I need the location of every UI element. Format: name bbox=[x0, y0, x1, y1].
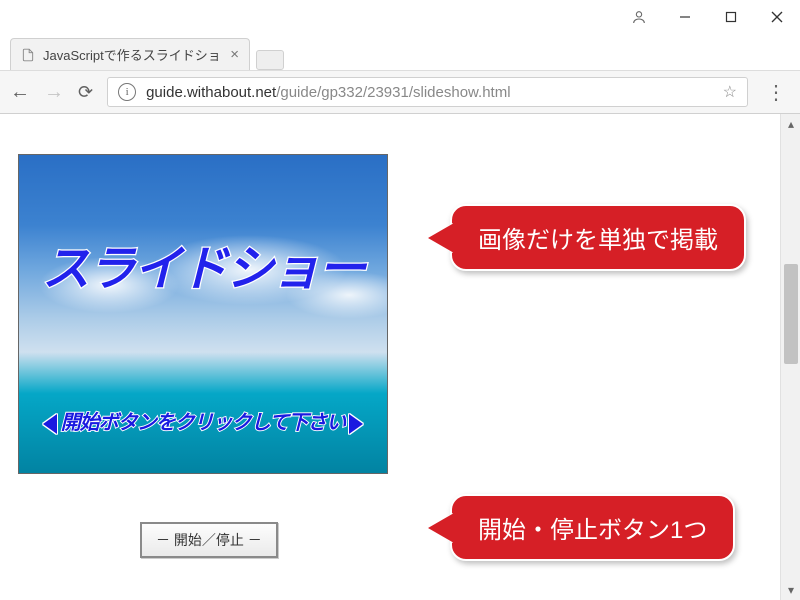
document-icon bbox=[21, 48, 35, 62]
bookmark-star-icon[interactable]: ☆ bbox=[723, 82, 737, 102]
back-button[interactable]: ← bbox=[10, 81, 30, 104]
new-tab-button[interactable] bbox=[256, 50, 284, 70]
callout-pointer-icon bbox=[428, 223, 454, 253]
window-titlebar bbox=[0, 0, 800, 34]
page-viewport: スライドショー 開始ボタンをクリックして下さい － 開始／停止 － 画像だけを単… bbox=[0, 114, 800, 600]
scroll-thumb[interactable] bbox=[784, 264, 798, 364]
tab-slideshow[interactable]: JavaScriptで作るスライドショ × bbox=[10, 38, 250, 70]
callout-image-only: 画像だけを単独で掲載 bbox=[450, 204, 746, 271]
scroll-up-button[interactable]: ▴ bbox=[781, 114, 800, 134]
callout-text: 画像だけを単独で掲載 bbox=[478, 227, 718, 254]
page-content: スライドショー 開始ボタンをクリックして下さい － 開始／停止 － 画像だけを単… bbox=[0, 114, 780, 600]
close-tab-icon[interactable]: × bbox=[230, 46, 239, 63]
vertical-scrollbar[interactable]: ▴ ▾ bbox=[780, 114, 800, 600]
forward-button[interactable]: → bbox=[44, 81, 64, 104]
address-bar[interactable]: i guide.withabout.net/guide/gp332/23931/… bbox=[107, 77, 748, 107]
scroll-down-button[interactable]: ▾ bbox=[781, 580, 800, 600]
maximize-button[interactable] bbox=[708, 0, 754, 34]
callout-pointer-icon bbox=[428, 513, 454, 543]
site-info-icon[interactable]: i bbox=[118, 83, 136, 101]
reload-button[interactable]: ⟳ bbox=[78, 82, 93, 103]
user-icon[interactable] bbox=[616, 0, 662, 34]
browser-toolbar: ← → ⟳ i guide.withabout.net/guide/gp332/… bbox=[0, 70, 800, 114]
close-window-button[interactable] bbox=[754, 0, 800, 34]
callout-text: 開始・停止ボタン1つ bbox=[478, 517, 707, 544]
url-text: guide.withabout.net/guide/gp332/23931/sl… bbox=[146, 84, 713, 101]
browser-menu-button[interactable]: ⋮ bbox=[762, 80, 790, 105]
start-stop-button[interactable]: － 開始／停止 － bbox=[140, 522, 278, 558]
slideshow-image: スライドショー 開始ボタンをクリックして下さい bbox=[18, 154, 388, 474]
minimize-button[interactable] bbox=[662, 0, 708, 34]
callout-one-button: 開始・停止ボタン1つ bbox=[450, 494, 735, 561]
tab-title: JavaScriptで作るスライドショ bbox=[43, 45, 222, 64]
slideshow-title: スライドショー bbox=[19, 229, 387, 299]
tab-strip: JavaScriptで作るスライドショ × bbox=[0, 34, 800, 70]
slideshow-subtitle: 開始ボタンをクリックして下さい bbox=[19, 406, 387, 435]
